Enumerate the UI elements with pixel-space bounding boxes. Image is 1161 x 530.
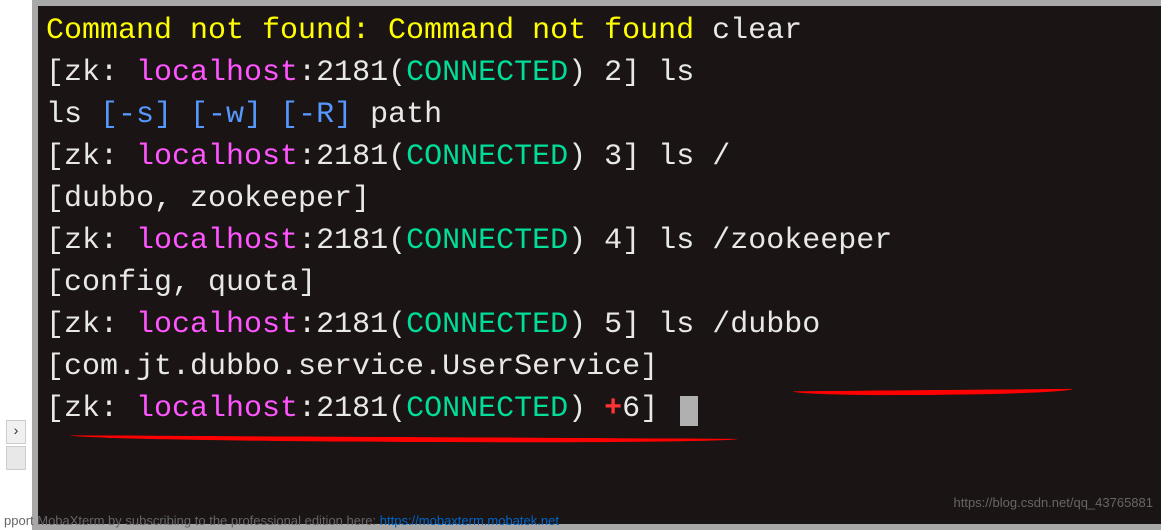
terminal-line-prompt-4: [zk: localhost:2181(CONNECTED) 4] ls /zo…	[46, 220, 1153, 262]
cursor-icon	[680, 396, 698, 426]
terminal-line-prompt-6: [zk: localhost:2181(CONNECTED) +6]	[46, 388, 1153, 430]
terminal-line-prompt-2: [zk: localhost:2181(CONNECTED) 2] ls	[46, 52, 1153, 94]
terminal-line-result-dubbo: [com.jt.dubbo.service.UserService]	[46, 346, 1153, 388]
command-ls-zk: ls /zookeeper	[658, 224, 892, 258]
expand-arrow-icon[interactable]: ›	[6, 420, 26, 444]
error-text: Command not found: Command not found	[46, 14, 712, 48]
terminal-line-usage: ls [-s] [-w] [-R] path	[46, 94, 1153, 136]
error-cmd: clear	[712, 14, 802, 48]
plus-icon: +	[604, 392, 622, 426]
terminal-line-result-root: [dubbo, zookeeper]	[46, 178, 1153, 220]
command-ls-root: ls /	[658, 140, 730, 174]
panel-button[interactable]	[6, 446, 26, 470]
command-ls: ls	[658, 56, 694, 90]
footer-text: pport MobaXterm by subscribing to the pr…	[0, 513, 559, 528]
terminal-line-error: Command not found: Command not found cle…	[46, 10, 1153, 52]
terminal-line-result-zk: [config, quota]	[46, 262, 1153, 304]
terminal-line-prompt-3: [zk: localhost:2181(CONNECTED) 3] ls /	[46, 136, 1153, 178]
terminal-output[interactable]: Command not found: Command not found cle…	[32, 0, 1161, 530]
left-gutter: ›	[0, 0, 32, 530]
watermark-text: https://blog.csdn.net/qq_43765881	[954, 494, 1154, 512]
footer-link[interactable]: https://mobaxterm.mobatek.net	[380, 513, 559, 528]
terminal-line-prompt-5: [zk: localhost:2181(CONNECTED) 5] ls /du…	[46, 304, 1153, 346]
annotation-underline-icon	[70, 434, 738, 443]
command-ls-dubbo: ls	[658, 308, 712, 342]
